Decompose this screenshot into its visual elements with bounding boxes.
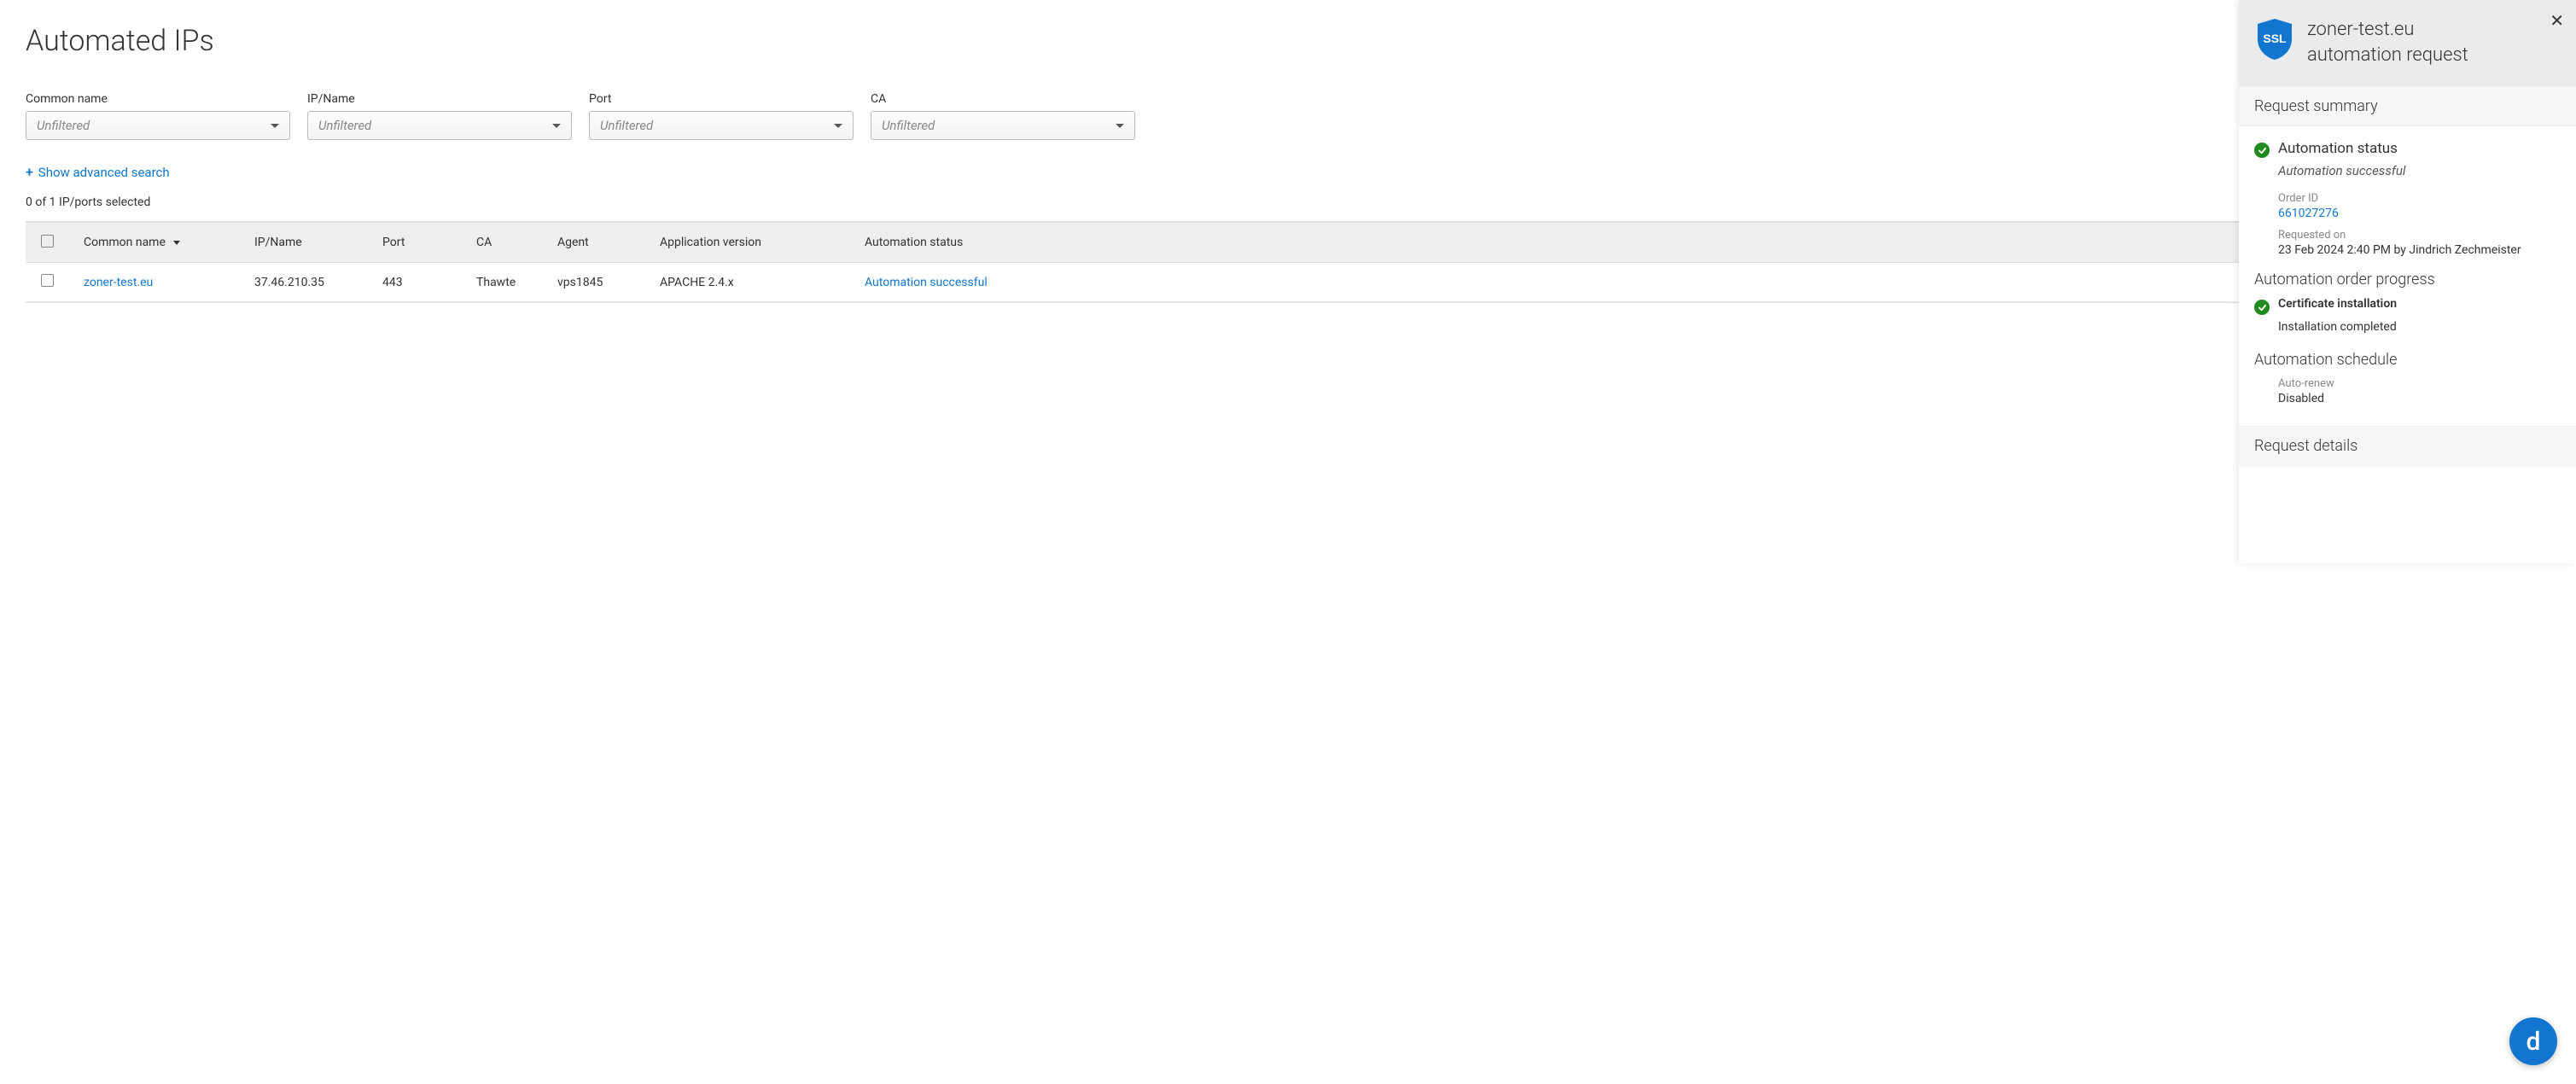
filter-ip-name: IP/Name Unfiltered xyxy=(307,92,572,140)
selection-count: 0 of 1 IP/ports selected xyxy=(26,195,2550,209)
col-port[interactable]: Port xyxy=(376,236,469,249)
select-all-checkbox[interactable] xyxy=(41,235,54,248)
row-checkbox[interactable] xyxy=(41,274,54,287)
panel-body: Automation status Automation successful … xyxy=(2239,126,2576,419)
filter-select-ca[interactable]: Unfiltered xyxy=(871,111,1135,140)
cert-install-row: Certificate installation xyxy=(2254,297,2561,315)
autorenew-value: Disabled xyxy=(2278,392,2561,405)
show-advanced-search-link[interactable]: + Show advanced search xyxy=(26,164,170,180)
cell-app-version: APACHE 2.4.x xyxy=(653,276,858,289)
cell-agent: vps1845 xyxy=(551,276,653,289)
filter-port: Port Unfiltered xyxy=(589,92,854,140)
cell-ca: Thawte xyxy=(469,276,551,289)
filter-placeholder: Unfiltered xyxy=(882,118,935,133)
filter-label: IP/Name xyxy=(307,92,572,106)
cell-ip: 37.46.210.35 xyxy=(248,276,376,289)
cert-install-title: Certificate installation xyxy=(2278,297,2397,311)
filters-row: Common name Unfiltered IP/Name Unfiltere… xyxy=(26,92,2550,140)
filter-placeholder: Unfiltered xyxy=(37,118,90,133)
chevron-down-icon xyxy=(834,124,842,128)
close-icon[interactable]: ✕ xyxy=(2550,12,2564,29)
automation-schedule-header: Automation schedule xyxy=(2254,351,2561,369)
detail-panel: SSL zoner-test.eu automation request ✕ R… xyxy=(2239,0,2576,563)
order-id-link[interactable]: 661027276 xyxy=(2278,207,2339,220)
col-label: Common name xyxy=(84,236,166,249)
status-title: Automation status xyxy=(2278,140,2398,157)
cell-port: 443 xyxy=(376,276,469,289)
col-app-version[interactable]: Application version xyxy=(653,236,858,249)
table-row[interactable]: zoner-test.eu 37.46.210.35 443 Thawte vp… xyxy=(26,263,2550,302)
filter-ca: CA Unfiltered xyxy=(871,92,1135,140)
help-fab-button[interactable]: d xyxy=(2509,1017,2557,1065)
status-sub: Automation successful xyxy=(2278,163,2561,178)
col-ip-name[interactable]: IP/Name xyxy=(248,236,376,249)
filter-label: Common name xyxy=(26,92,290,106)
page-title: Automated IPs xyxy=(26,24,2550,58)
request-summary-header: Request summary xyxy=(2239,86,2576,126)
svg-text:SSL: SSL xyxy=(2263,32,2287,45)
ip-table: Common name IP/Name Port CA Agent Applic… xyxy=(26,221,2550,303)
automation-status-row: Automation status xyxy=(2254,140,2561,158)
panel-title: zoner-test.eu automation request xyxy=(2307,17,2468,67)
filter-placeholder: Unfiltered xyxy=(600,118,653,133)
col-ca[interactable]: CA xyxy=(469,236,551,249)
common-name-link[interactable]: zoner-test.eu xyxy=(84,276,153,289)
requested-on-label: Requested on xyxy=(2278,229,2561,242)
table-header-row: Common name IP/Name Port CA Agent Applic… xyxy=(26,222,2550,263)
check-circle-icon xyxy=(2254,300,2270,315)
plus-icon: + xyxy=(26,164,33,180)
chevron-down-icon xyxy=(271,124,279,128)
chevron-down-icon xyxy=(1116,124,1124,128)
panel-title-sub: automation request xyxy=(2307,43,2468,68)
requested-on-value: 23 Feb 2024 2:40 PM by Jindrich Zechmeis… xyxy=(2278,243,2561,257)
sort-desc-icon xyxy=(173,241,180,245)
filter-label: CA xyxy=(871,92,1135,106)
chevron-down-icon xyxy=(552,124,561,128)
fab-letter: d xyxy=(2526,1027,2541,1057)
filter-placeholder: Unfiltered xyxy=(318,118,371,133)
filter-select-ip-name[interactable]: Unfiltered xyxy=(307,111,572,140)
automation-status-link[interactable]: Automation successful xyxy=(865,276,988,289)
filter-common-name: Common name Unfiltered xyxy=(26,92,290,140)
filter-select-common-name[interactable]: Unfiltered xyxy=(26,111,290,140)
col-automation-status[interactable]: Automation status xyxy=(858,236,1029,249)
panel-header: SSL zoner-test.eu automation request ✕ xyxy=(2239,0,2576,86)
col-common-name[interactable]: Common name xyxy=(77,236,248,249)
cert-install-sub: Installation completed xyxy=(2278,320,2561,334)
adv-search-label: Show advanced search xyxy=(38,165,170,180)
order-progress-header: Automation order progress xyxy=(2254,271,2561,288)
check-circle-icon xyxy=(2254,143,2270,158)
order-id-label: Order ID xyxy=(2278,192,2561,205)
col-agent[interactable]: Agent xyxy=(551,236,653,249)
panel-title-domain: zoner-test.eu xyxy=(2307,17,2468,43)
request-details-header[interactable]: Request details xyxy=(2239,426,2576,466)
filter-select-port[interactable]: Unfiltered xyxy=(589,111,854,140)
filter-label: Port xyxy=(589,92,854,106)
autorenew-label: Auto-renew xyxy=(2278,377,2561,390)
ssl-shield-icon: SSL xyxy=(2254,17,2295,61)
